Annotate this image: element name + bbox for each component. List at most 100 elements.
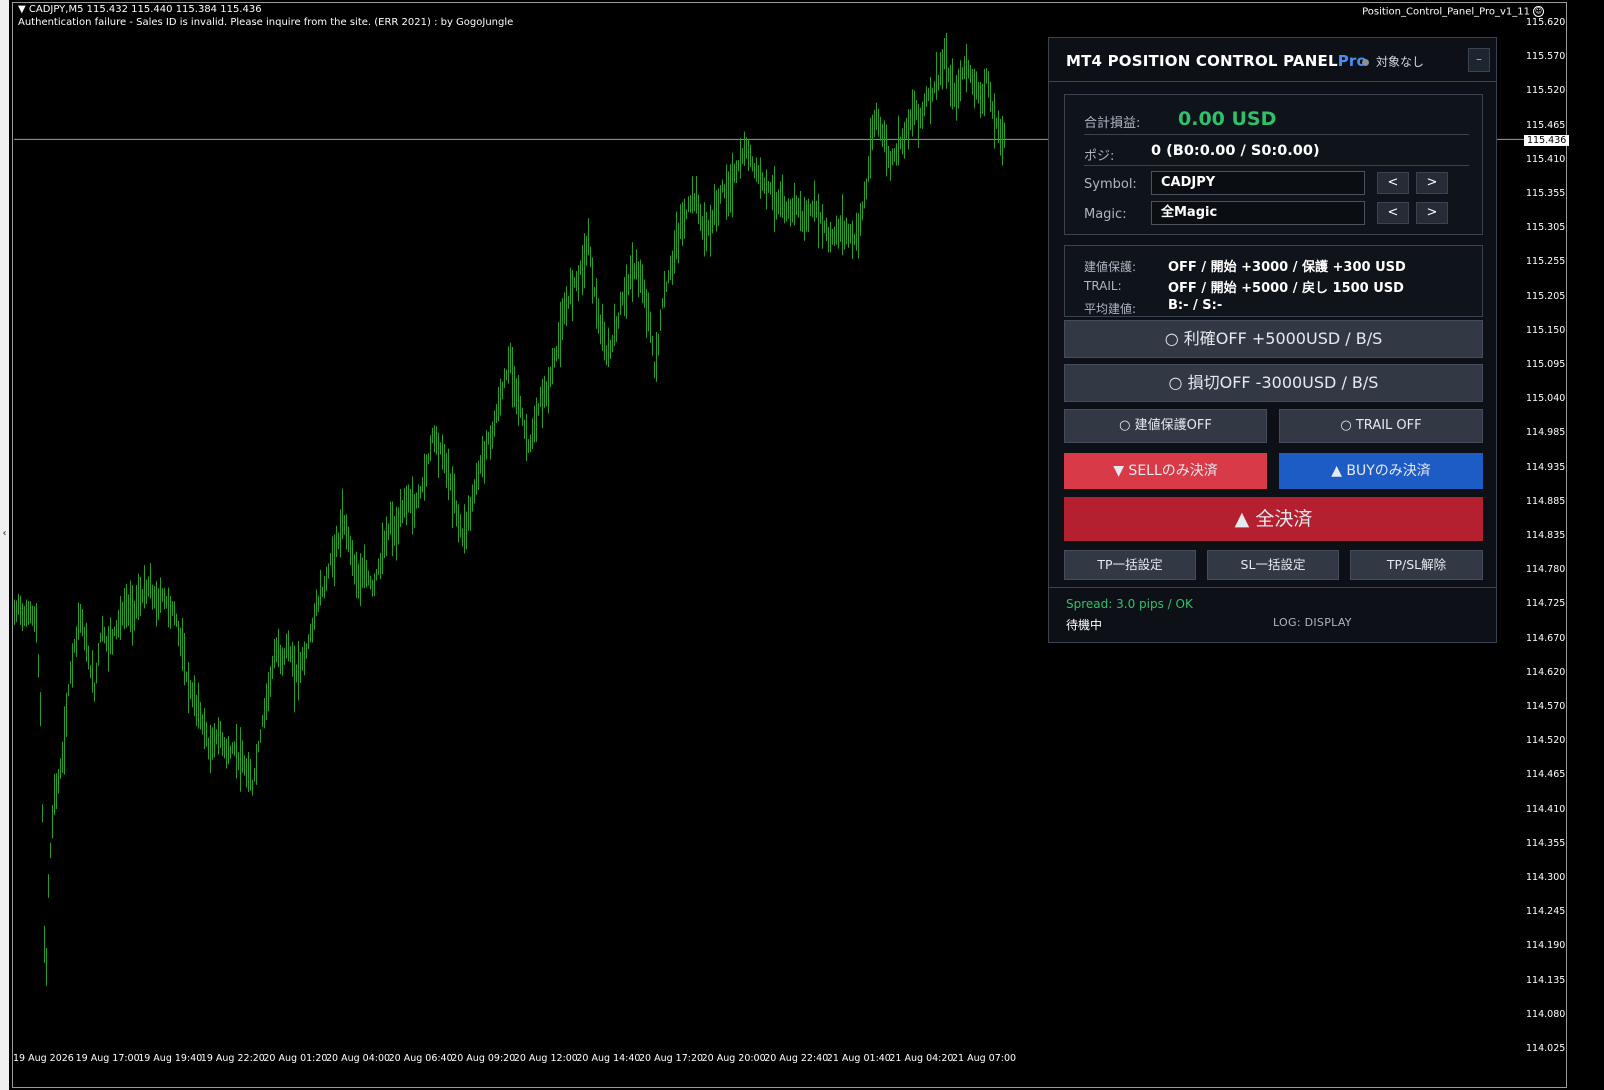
- positions-label: ポジ:: [1084, 149, 1115, 164]
- tpsl-clear-button[interactable]: TP/SL解除: [1350, 550, 1483, 580]
- time-tick: 20 Aug 14:40: [576, 1053, 641, 1064]
- log-mode: LOG: DISPLAY: [1273, 616, 1352, 629]
- price-tick: 115.255: [1526, 256, 1566, 268]
- panel-state: 待機中: [1066, 618, 1103, 632]
- time-tick: 20 Aug 01:20: [263, 1053, 328, 1064]
- price-tick: 114.725: [1526, 598, 1566, 610]
- indicator-name: Position_Control_Panel_Pro_v1_11: [1362, 6, 1530, 18]
- magic-next-button[interactable]: >: [1416, 202, 1448, 224]
- time-tick: 20 Aug 20:00: [701, 1053, 766, 1064]
- collapse-arrow-icon[interactable]: ‹: [0, 528, 9, 539]
- smiley-icon: ☺: [1533, 6, 1544, 17]
- price-tick: 114.985: [1526, 427, 1566, 439]
- avg-price-value: B:- / S:-: [1168, 298, 1223, 313]
- price-tick: 114.570: [1526, 701, 1566, 712]
- price-tick: 114.780: [1526, 564, 1566, 576]
- stop-loss-toggle-button[interactable]: ○ 損切OFF -3000USD / B/S: [1064, 364, 1483, 402]
- trail-value: OFF / 開始 +5000 / 戻し 1500 USD: [1168, 281, 1404, 296]
- time-tick: 19 Aug 2026: [13, 1053, 74, 1064]
- symbol-label: Symbol:: [1084, 177, 1137, 192]
- price-tick: 114.620: [1526, 666, 1566, 678]
- close-buy-button[interactable]: ▲ BUYのみ決済: [1279, 453, 1483, 489]
- time-tick: 19 Aug 19:40: [138, 1053, 203, 1064]
- price-tick: 115.620: [1526, 17, 1566, 28]
- price-tick: 115.095: [1526, 359, 1566, 370]
- time-tick: 20 Aug 12:00: [513, 1053, 578, 1064]
- avg-price-label: 平均建値:: [1084, 302, 1137, 316]
- time-tick: 20 Aug 17:20: [639, 1053, 704, 1064]
- magic-prev-button[interactable]: <: [1377, 202, 1409, 224]
- price-tick: 114.135: [1526, 974, 1566, 986]
- trail-toggle-button[interactable]: ○ TRAIL OFF: [1279, 409, 1483, 443]
- breakeven-label: 建値保護:: [1084, 260, 1137, 274]
- price-tick: 114.300: [1526, 872, 1566, 883]
- left-window-edge: ‹: [0, 0, 9, 1090]
- price-tick: 114.410: [1526, 803, 1566, 815]
- time-tick: 20 Aug 22:40: [764, 1053, 829, 1064]
- price-tick: 115.410: [1526, 153, 1566, 165]
- target-status: 対象なし: [1362, 53, 1424, 70]
- panel-title-main: MT4 POSITION CONTROL PANEL: [1066, 52, 1338, 70]
- positions-value: 0 (B0:0.00 / S0:0.00): [1151, 143, 1320, 159]
- magic-field[interactable]: 全Magic: [1151, 201, 1365, 225]
- footer-divider: [1049, 587, 1496, 588]
- auth-error-message: Authentication failure - Sales ID is inv…: [18, 17, 514, 28]
- time-tick: 20 Aug 06:40: [388, 1053, 453, 1064]
- breakeven-value: OFF / 開始 +3000 / 保護 +300 USD: [1168, 260, 1406, 275]
- close-sell-button[interactable]: ▼ SELLのみ決済: [1064, 453, 1267, 489]
- price-tick: 114.465: [1526, 769, 1566, 781]
- close-all-button[interactable]: ▲ 全決済: [1064, 497, 1483, 541]
- chart-symbol-header: ▼ CADJPY,M5 115.432 115.440 115.384 115.…: [18, 4, 262, 15]
- symbol-field[interactable]: CADJPY: [1151, 171, 1365, 195]
- price-tick: 114.520: [1526, 735, 1566, 747]
- trail-label: TRAIL:: [1084, 279, 1122, 293]
- price-tick: 115.465: [1526, 119, 1566, 131]
- indicator-label: Position_Control_Panel_Pro_v1_11 ☺: [1362, 6, 1544, 18]
- symbol-ohlc-text: CADJPY,M5 115.432 115.440 115.384 115.43…: [28, 4, 262, 15]
- summary-divider: [1084, 134, 1469, 135]
- pnl-value: 0.00 USD: [1178, 108, 1277, 130]
- price-tick: 115.150: [1526, 324, 1566, 336]
- price-tick: 114.080: [1526, 1008, 1566, 1020]
- spread-status: Spread: 3.0 pips / OK: [1066, 597, 1193, 611]
- summary-divider-2: [1084, 165, 1469, 166]
- chart-menu-arrow-icon[interactable]: ▼: [18, 4, 26, 15]
- breakeven-toggle-button[interactable]: ○ 建値保護OFF: [1064, 409, 1267, 443]
- minimize-button[interactable]: –: [1468, 48, 1490, 72]
- time-tick: 20 Aug 09:20: [451, 1053, 516, 1064]
- title-divider: [1049, 81, 1496, 82]
- price-tick: 114.670: [1526, 632, 1566, 644]
- time-tick: 21 Aug 04:20: [889, 1053, 954, 1064]
- price-tick: 115.040: [1526, 393, 1566, 405]
- price-tick: 114.245: [1526, 906, 1566, 918]
- time-tick: 19 Aug 22:20: [200, 1053, 265, 1064]
- current-price-tag: 115.436: [1524, 135, 1570, 146]
- price-tick: 114.025: [1526, 1043, 1566, 1054]
- price-tick: 115.520: [1526, 85, 1566, 97]
- price-tick: 114.885: [1526, 495, 1566, 507]
- pnl-label: 合計損益:: [1084, 116, 1141, 131]
- symbol-prev-button[interactable]: <: [1377, 172, 1409, 194]
- price-tick: 115.205: [1526, 290, 1566, 302]
- time-tick: 21 Aug 07:00: [952, 1053, 1017, 1064]
- time-tick: 19 Aug 17:00: [75, 1053, 140, 1064]
- price-tick: 114.935: [1526, 461, 1566, 473]
- price-tick: 114.835: [1526, 530, 1566, 541]
- status-dot-icon: [1362, 59, 1369, 66]
- summary-box: 合計損益: 0.00 USD ポジ: 0 (B0:0.00 / S0:0.00)…: [1064, 94, 1483, 235]
- time-tick: 20 Aug 04:00: [326, 1053, 391, 1064]
- price-tick: 115.305: [1526, 222, 1566, 234]
- status-text: 対象なし: [1376, 55, 1425, 69]
- position-control-panel: MT4 POSITION CONTROL PANELPro 対象なし – 合計損…: [1048, 37, 1497, 643]
- price-tick: 115.570: [1526, 51, 1566, 63]
- settings-box: 建値保護: OFF / 開始 +3000 / 保護 +300 USD TRAIL…: [1064, 245, 1483, 317]
- symbol-next-button[interactable]: >: [1416, 172, 1448, 194]
- take-profit-toggle-button[interactable]: ○ 利確OFF +5000USD / B/S: [1064, 320, 1483, 358]
- sl-bulk-set-button[interactable]: SL一括設定: [1207, 550, 1339, 580]
- price-tick: 115.355: [1526, 188, 1566, 199]
- time-tick: 21 Aug 01:40: [826, 1053, 891, 1064]
- magic-label: Magic:: [1084, 207, 1127, 222]
- price-tick: 114.355: [1526, 837, 1566, 849]
- tp-bulk-set-button[interactable]: TP一括設定: [1064, 550, 1196, 580]
- price-bars: [14, 32, 1005, 986]
